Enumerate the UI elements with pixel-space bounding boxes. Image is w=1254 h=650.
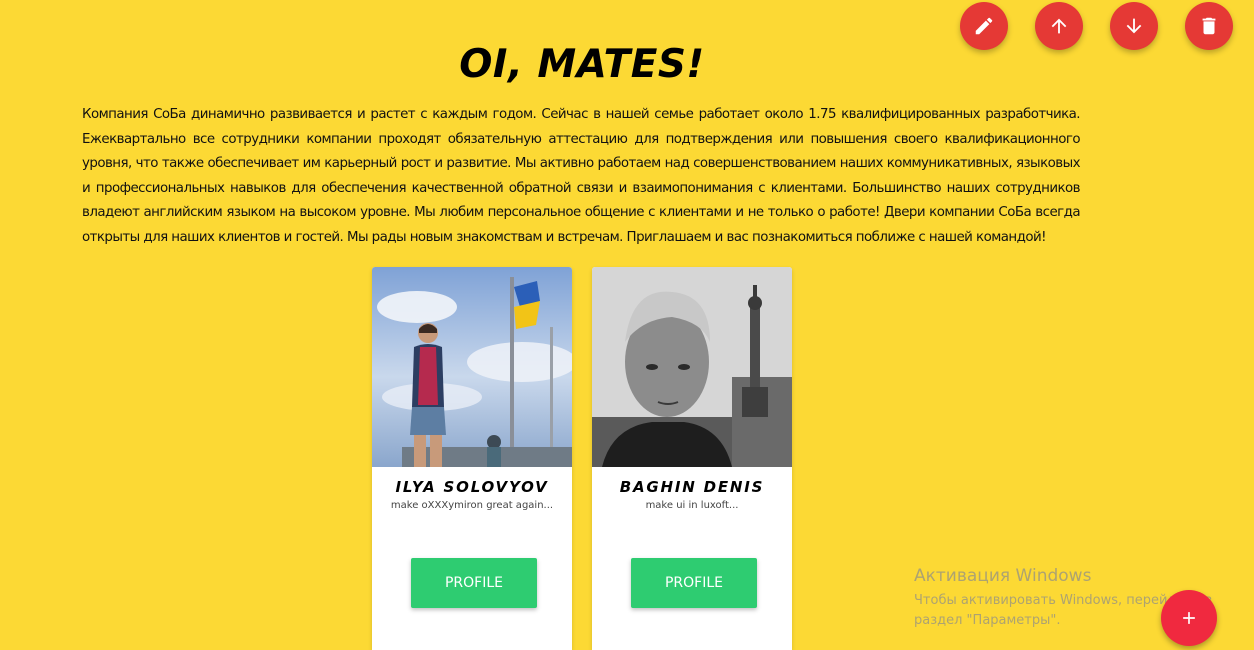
member-description: make oXXXymiron great again... [390, 500, 554, 511]
team-card: BAGHIN DENIS make ui in luxoft... PROFIL… [592, 267, 792, 650]
member-name: BAGHIN DENIS [619, 478, 765, 496]
page-title: OI, MATES! [459, 42, 705, 87]
plus-icon [1183, 612, 1195, 624]
trash-icon [1202, 17, 1216, 35]
member-name: ILYA SOLOVYOV [395, 478, 549, 496]
pencil-icon [975, 17, 993, 35]
team-card: ILYA SOLOVYOV make oXXXymiron great agai… [372, 267, 572, 650]
arrow-down-icon [1126, 18, 1142, 34]
intro-text: Компания СоБа динамично развивается и ра… [82, 107, 1081, 245]
member-description: make ui in luxoft... [645, 500, 739, 511]
add-button[interactable] [1161, 590, 1217, 646]
delete-button[interactable] [1185, 2, 1233, 50]
member-photo [592, 267, 792, 467]
profile-button[interactable]: PROFILE [411, 558, 537, 608]
member-photo [372, 267, 572, 467]
profile-button[interactable]: PROFILE [631, 558, 757, 608]
activation-title: Активация Windows [914, 566, 1092, 586]
arrow-up-icon [1051, 18, 1067, 34]
